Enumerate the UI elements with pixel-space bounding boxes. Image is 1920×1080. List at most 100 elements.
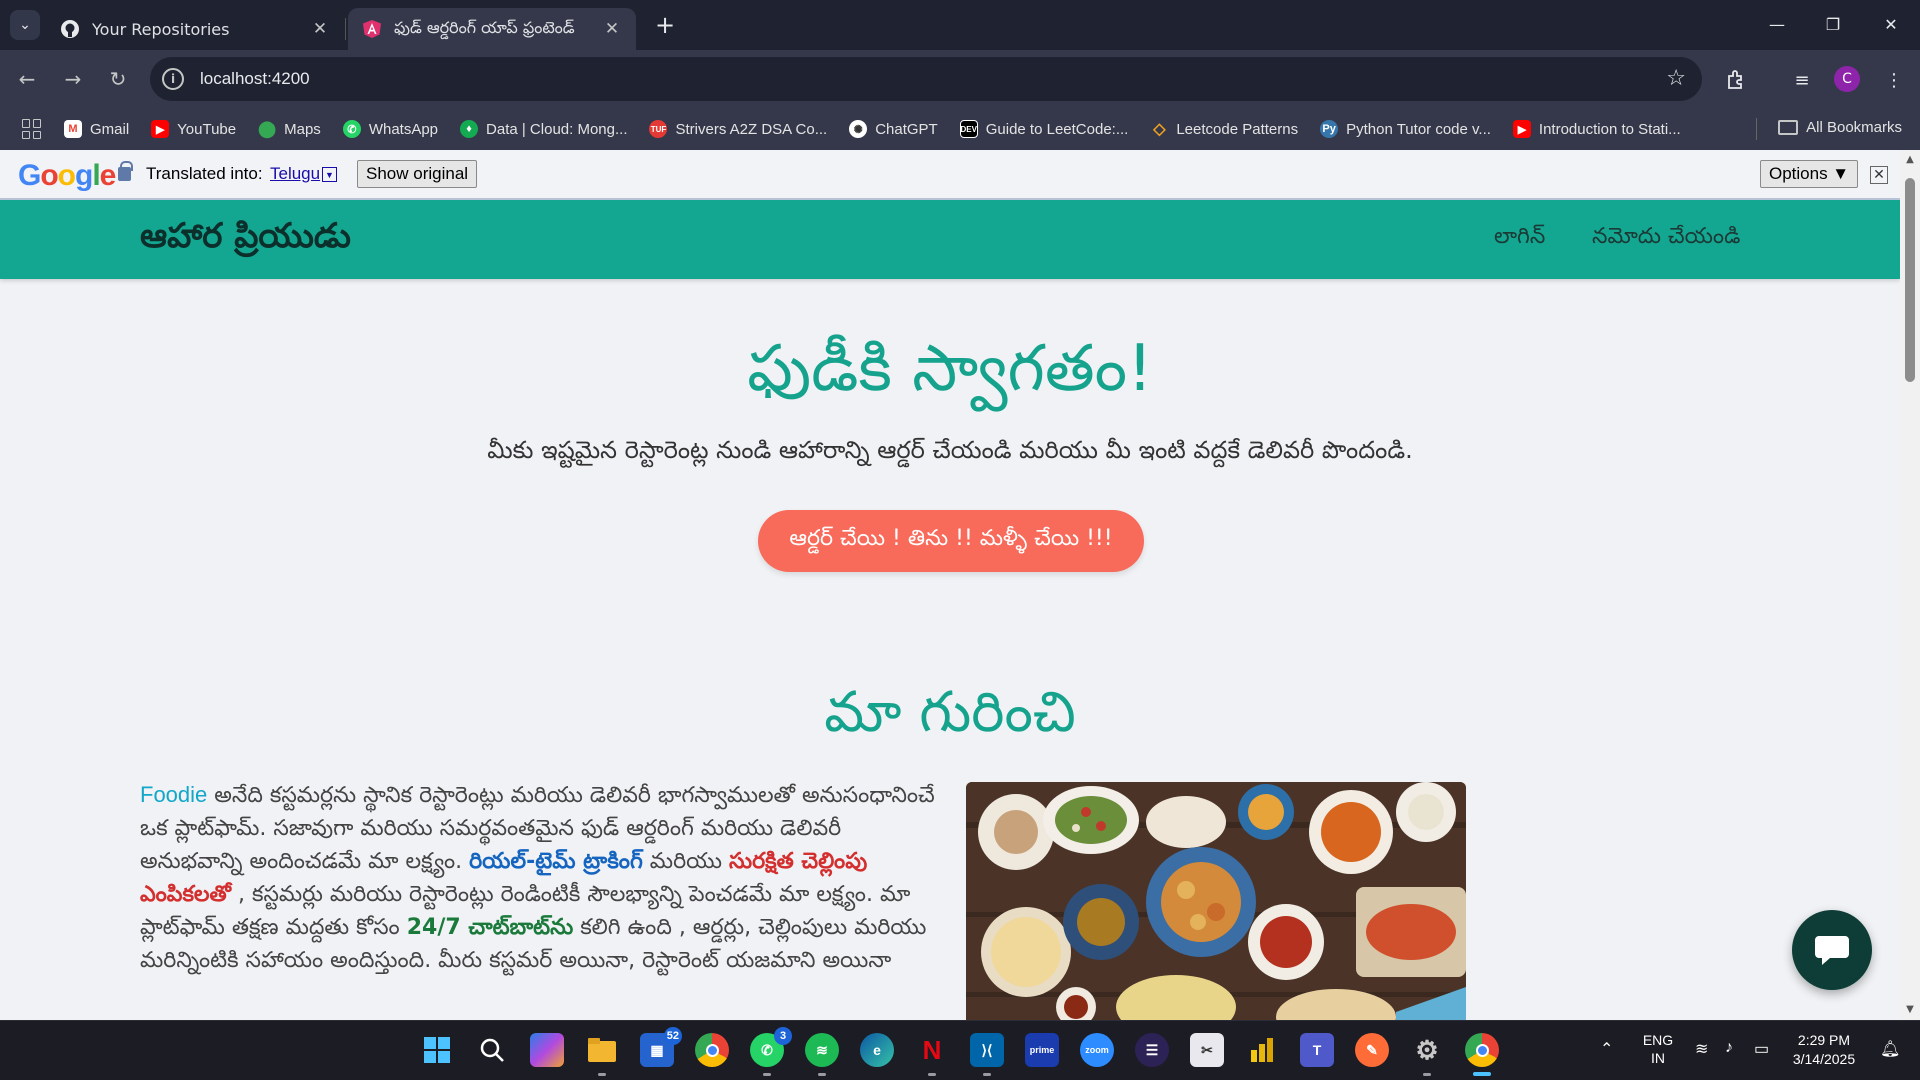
power-bi-icon[interactable]: [1245, 1033, 1279, 1067]
prime-video-icon[interactable]: prime: [1025, 1033, 1059, 1067]
mongodb-icon: ♦: [460, 120, 479, 138]
page-viewport: ఆహార ప్రియుడు లాగిన్ నమోదు చేయండి ఫుడీకి…: [0, 200, 1900, 1020]
edge-icon[interactable]: e: [860, 1033, 894, 1067]
media-controls-icon[interactable]: ≡: [1788, 66, 1816, 94]
notifications-bell-icon[interactable]: 🔔︎: [1880, 1039, 1900, 1059]
snipping-tool-icon[interactable]: ✂: [1190, 1033, 1224, 1067]
close-icon[interactable]: ✕: [310, 19, 330, 39]
translated-into-label: Translated into:: [146, 164, 263, 183]
profile-avatar[interactable]: C: [1834, 66, 1860, 92]
zoom-icon[interactable]: zoom: [1080, 1033, 1114, 1067]
tab-search-button[interactable]: ⌄: [10, 10, 40, 40]
bookmark-label: Guide to LeetCode:...: [985, 120, 1129, 138]
menu-kebab-icon[interactable]: ⋮: [1880, 66, 1908, 94]
vscode-icon[interactable]: ⟩⟨: [970, 1033, 1004, 1067]
new-tab-button[interactable]: +: [650, 10, 680, 40]
page-scrollbar[interactable]: ▲ ▼: [1900, 150, 1920, 1020]
back-button[interactable]: ←: [12, 64, 42, 94]
maps-icon: ⬤: [258, 121, 277, 138]
bookmark-chatgpt[interactable]: ✺ ChatGPT: [849, 120, 938, 138]
bookmark-leetcode-patterns[interactable]: ◇ Leetcode Patterns: [1150, 120, 1298, 139]
close-translate-bar-icon[interactable]: ✕: [1870, 166, 1888, 184]
bookmark-leetcode-guide[interactable]: DEV Guide to LeetCode:...: [959, 120, 1129, 138]
restore-button[interactable]: ❐: [1806, 0, 1860, 48]
window-close-button[interactable]: ✕: [1864, 0, 1918, 48]
show-original-button[interactable]: Show original: [357, 160, 478, 188]
running-indicator: [983, 1073, 991, 1076]
wifi-icon[interactable]: ≋: [1695, 1039, 1708, 1059]
close-icon[interactable]: ✕: [602, 19, 622, 39]
forward-button[interactable]: →: [58, 64, 88, 94]
arrow-left-icon: ←: [18, 67, 36, 91]
about-title: మా గురించి: [824, 680, 1076, 745]
netflix-icon[interactable]: N: [915, 1033, 949, 1067]
chrome-icon[interactable]: [695, 1033, 729, 1067]
bookmark-label: ChatGPT: [875, 120, 938, 138]
about-paragraph: Foodie అనేది కస్టమర్లను స్థానిక రెస్టారె…: [140, 778, 940, 977]
chat-bubble-icon: [1815, 936, 1849, 965]
tab-divider: [345, 18, 346, 40]
postman-icon[interactable]: ✎: [1355, 1033, 1389, 1067]
register-link[interactable]: నమోదు చేయండి: [1592, 224, 1740, 254]
youtube-icon: ▶: [151, 120, 170, 138]
all-bookmarks-label: All Bookmarks: [1806, 119, 1902, 136]
windows-start-icon[interactable]: [420, 1033, 454, 1067]
login-link[interactable]: లాగిన్: [1494, 224, 1545, 254]
copilot-icon[interactable]: [530, 1033, 564, 1067]
all-bookmarks-button[interactable]: All Bookmarks: [1778, 119, 1902, 136]
region-code: IN: [1651, 1050, 1665, 1066]
clock-time: 2:29 PM: [1797, 1032, 1851, 1048]
bookmark-maps[interactable]: ⬤ Maps: [258, 120, 321, 139]
language-indicator[interactable]: ENG IN: [1640, 1031, 1676, 1067]
teams-icon[interactable]: T: [1300, 1033, 1334, 1067]
eclipse-icon[interactable]: ☰: [1135, 1033, 1169, 1067]
bookmarks-bar: M Gmail ▶ YouTube ⬤ Maps ✆ WhatsApp ♦ Da…: [0, 108, 1920, 150]
folder-icon: [1778, 120, 1799, 135]
minimize-button[interactable]: —: [1750, 0, 1804, 48]
language-select[interactable]: Telugu: [270, 164, 320, 184]
tab-your-repositories[interactable]: Your Repositories ✕: [46, 8, 344, 50]
bookmark-youtube[interactable]: ▶ YouTube: [151, 120, 236, 138]
scroll-thumb[interactable]: [1905, 178, 1915, 382]
bookmark-python-tutor[interactable]: Py Python Tutor code v...: [1320, 120, 1491, 138]
whatsapp-icon[interactable]: ✆ 3: [750, 1027, 792, 1067]
spotify-icon[interactable]: ≋: [805, 1033, 839, 1067]
notification-badge: 52: [663, 1027, 682, 1045]
apps-grid-icon[interactable]: [22, 119, 42, 139]
bookmark-star-icon[interactable]: ☆: [1666, 66, 1686, 91]
youtube-icon: ▶: [1512, 120, 1531, 138]
extensions-icon[interactable]: [1722, 66, 1750, 94]
github-icon: [60, 19, 80, 39]
chrome-profile-icon[interactable]: [1465, 1033, 1499, 1067]
scroll-up-icon[interactable]: ▲: [1904, 154, 1916, 165]
scroll-down-icon[interactable]: ▼: [1904, 1004, 1916, 1015]
reload-button[interactable]: ↻: [103, 64, 133, 94]
translate-options-button[interactable]: Options ▼: [1760, 160, 1859, 188]
bookmark-label: WhatsApp: [368, 120, 439, 138]
clock[interactable]: 2:29 PM 3/14/2025: [1780, 1031, 1868, 1069]
tray-expand-icon[interactable]: ⌃: [1600, 1039, 1613, 1059]
bookmark-label: Strivers A2Z DSA Co...: [675, 120, 828, 138]
bookmark-mongodb[interactable]: ♦ Data | Cloud: Mong...: [460, 120, 627, 138]
url-text[interactable]: localhost:4200: [200, 69, 310, 89]
bookmark-intro-statistics[interactable]: ▶ Introduction to Stati...: [1512, 120, 1681, 138]
clock-date: 3/14/2025: [1792, 1051, 1856, 1067]
file-explorer-icon[interactable]: [585, 1033, 619, 1067]
volume-icon[interactable]: ♪: [1725, 1039, 1733, 1057]
teams-work-icon[interactable]: ▦ 52: [640, 1027, 682, 1067]
order-now-button[interactable]: ఆర్డర్ చేయి ! తిను !! మళ్ళీ చేయి !!!: [758, 510, 1144, 572]
bookmark-gmail[interactable]: M Gmail: [64, 120, 129, 138]
battery-icon[interactable]: ▭: [1754, 1039, 1769, 1059]
address-bar[interactable]: i localhost:4200 ☆: [150, 57, 1702, 101]
site-brand[interactable]: ఆహార ప్రియుడు: [140, 216, 351, 264]
chatbot-button[interactable]: [1792, 910, 1872, 990]
settings-gear-icon[interactable]: ⚙: [1410, 1033, 1444, 1067]
python-icon: Py: [1320, 120, 1339, 138]
running-indicator: [1423, 1073, 1431, 1076]
dropdown-arrow-icon[interactable]: ▼: [322, 167, 337, 182]
bookmark-strivers[interactable]: TUF Strivers A2Z DSA Co...: [649, 120, 827, 138]
site-info-icon[interactable]: i: [162, 68, 184, 90]
tab-food-ordering-app[interactable]: ఫుడ్ ఆర్డరింగ్ యాప్ ఫ్రంటెండ్ ✕: [348, 8, 636, 50]
bookmark-whatsapp[interactable]: ✆ WhatsApp: [342, 120, 439, 138]
search-icon[interactable]: [475, 1033, 509, 1067]
